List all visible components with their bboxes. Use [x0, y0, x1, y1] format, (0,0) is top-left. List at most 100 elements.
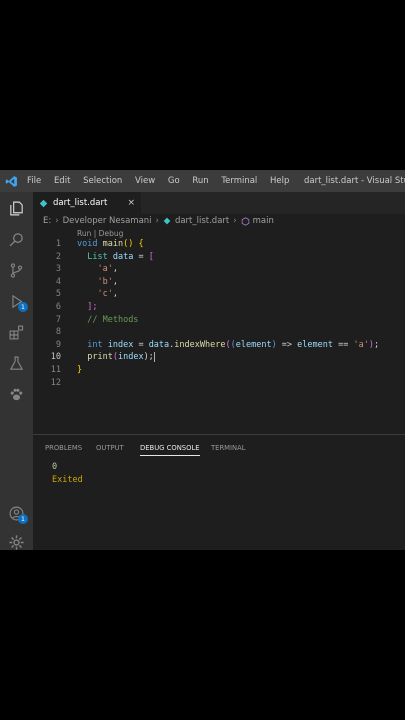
- punctuation: ,: [112, 276, 118, 287]
- console-output-line: Exited: [52, 475, 83, 485]
- menu-selection[interactable]: Selection: [83, 176, 122, 186]
- menu-run[interactable]: Run: [192, 176, 208, 186]
- code-line-2: List data = [: [77, 251, 154, 264]
- tab-output[interactable]: OUTPUT: [96, 444, 124, 452]
- menu-edit[interactable]: Edit: [54, 176, 70, 186]
- code-line-11: }: [77, 364, 82, 377]
- operator: =>: [276, 339, 298, 350]
- paw-icon[interactable]: [6, 384, 27, 405]
- window-title: dart_list.dart - Visual Studio C: [304, 176, 405, 186]
- string-literal: 'a': [353, 339, 369, 350]
- line-number: 7: [55, 314, 61, 325]
- tab-terminal[interactable]: TERMINAL: [211, 444, 246, 452]
- menu-help[interactable]: Help: [270, 176, 289, 186]
- menu-go[interactable]: Go: [168, 176, 180, 186]
- line-number: 10: [50, 352, 61, 363]
- line-number: 6: [55, 302, 61, 312]
- breadcrumb-folder[interactable]: Developer Nesamani: [63, 216, 152, 226]
- code-line-9: int index = data.indexWhere((element) =>…: [77, 339, 379, 352]
- console-output-line: 0: [52, 462, 58, 472]
- punctuation: ,: [112, 289, 118, 300]
- vscode-logo-icon: [0, 170, 22, 192]
- operator: ==: [333, 339, 354, 350]
- line-number: 4: [55, 276, 61, 287]
- code-line-7: // Methods: [77, 314, 138, 327]
- testing-flask-icon[interactable]: [6, 353, 27, 374]
- punctuation: {: [133, 239, 144, 249]
- activity-bar: 1 1: [0, 192, 33, 550]
- variable: element: [297, 339, 333, 350]
- close-icon[interactable]: ×: [127, 198, 135, 208]
- symbol-method-icon: [241, 216, 249, 226]
- editor-tab-bar: dart_list.dart ×: [33, 192, 405, 214]
- dart-file-icon: [163, 217, 171, 225]
- type-name: List: [87, 251, 108, 262]
- breadcrumb-symbol[interactable]: main: [253, 216, 274, 226]
- string-literal: 'a': [97, 264, 113, 275]
- explorer-icon[interactable]: [6, 198, 27, 219]
- punctuation: );: [143, 352, 154, 363]
- string-literal: 'b': [97, 276, 113, 287]
- title-bar: File Edit Selection View Go Run Terminal…: [0, 170, 405, 192]
- text-cursor: [153, 351, 155, 362]
- function-name: indexWhere: [174, 339, 226, 350]
- tab-label: dart_list.dart: [53, 198, 108, 208]
- chevron-right-icon: ›: [155, 216, 159, 226]
- tab-dart-list[interactable]: dart_list.dart ×: [33, 192, 141, 214]
- breadcrumb-root[interactable]: E:: [43, 216, 51, 226]
- line-number: 1: [55, 239, 61, 249]
- tab-debug-console[interactable]: DEBUG CONSOLE: [140, 444, 200, 456]
- variable: element: [235, 339, 272, 350]
- code-line-10: print(index);: [77, 351, 155, 364]
- code-line-3: 'a',: [77, 263, 118, 276]
- settings-gear-icon[interactable]: [6, 532, 27, 550]
- function-name: print: [87, 352, 113, 363]
- string-literal: 'c': [97, 289, 113, 300]
- breadcrumb-file[interactable]: dart_list.dart: [175, 216, 229, 226]
- run-badge: 1: [18, 302, 28, 312]
- search-icon[interactable]: [6, 229, 27, 250]
- code-line-5: 'c',: [77, 288, 118, 301]
- vscode-window: File Edit Selection View Go Run Terminal…: [0, 170, 405, 550]
- code-line-1: void main() {: [77, 238, 144, 251]
- extensions-icon[interactable]: [6, 322, 27, 343]
- menu-terminal[interactable]: Terminal: [221, 176, 257, 186]
- code-line-6: ];: [77, 301, 98, 314]
- accounts-badge: 1: [18, 514, 28, 524]
- keyword: void: [77, 239, 98, 249]
- line-number: 9: [55, 339, 61, 350]
- variable: data: [148, 339, 170, 350]
- line-number: 12: [50, 377, 61, 388]
- breadcrumb: E: › Developer Nesamani › dart_list.dart…: [43, 214, 403, 228]
- punctuation: ;: [373, 339, 380, 350]
- variable: index: [107, 339, 134, 350]
- variable: data: [112, 251, 134, 262]
- line-number: 11: [50, 365, 61, 375]
- dart-file-icon: [39, 199, 48, 207]
- tab-problems[interactable]: PROBLEMS: [45, 444, 82, 452]
- menu-view[interactable]: View: [135, 176, 155, 186]
- punctuation: (): [123, 239, 134, 249]
- line-number: 3: [55, 264, 61, 275]
- punctuation: ,: [112, 264, 118, 275]
- run-debug-icon[interactable]: 1: [6, 291, 28, 312]
- menu-bar: File Edit Selection View Go Run Terminal…: [22, 176, 294, 186]
- code-editor[interactable]: Run | Debug 1 2 3 4 5 6 7 8 9 10 11 12 v…: [33, 228, 405, 434]
- function-name: main: [102, 239, 124, 249]
- operator: =: [133, 251, 149, 262]
- chevron-right-icon: ›: [233, 216, 237, 226]
- variable: index: [117, 352, 144, 363]
- punctuation: ];: [87, 302, 98, 312]
- comment: // Methods: [87, 314, 139, 325]
- line-number: 8: [55, 327, 61, 338]
- punctuation: }: [77, 365, 83, 375]
- line-number: 2: [55, 251, 61, 262]
- chevron-right-icon: ›: [55, 216, 59, 226]
- punctuation: [: [148, 251, 154, 262]
- code-line-4: 'b',: [77, 276, 118, 289]
- line-number: 5: [55, 289, 61, 300]
- source-control-icon[interactable]: [6, 260, 27, 281]
- accounts-icon[interactable]: 1: [6, 503, 28, 524]
- operator: =: [133, 339, 149, 350]
- menu-file[interactable]: File: [27, 176, 41, 186]
